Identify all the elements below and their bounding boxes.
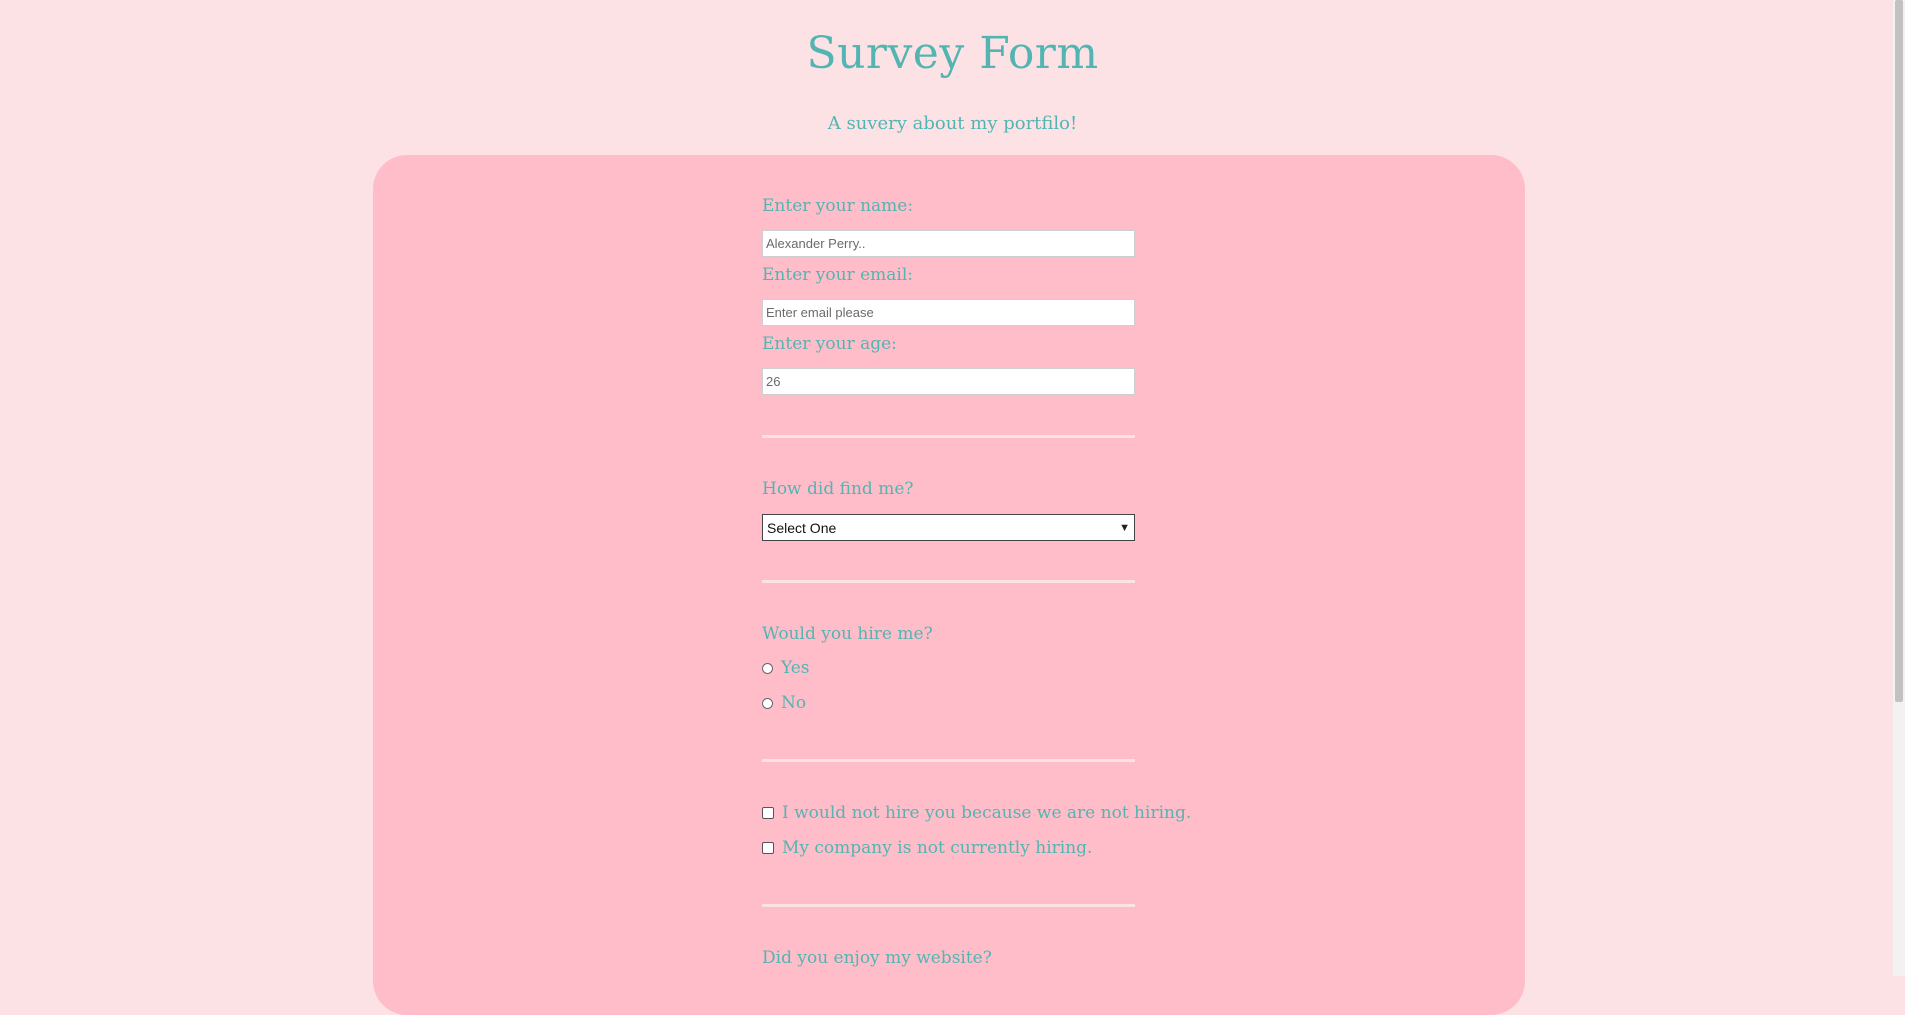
page-title: Survey Form	[806, 28, 1099, 79]
checkbox-company-not-hiring-box[interactable]	[762, 842, 774, 854]
checkbox-not-hiring-label: I would not hire you because we are not …	[782, 803, 1192, 823]
name-input[interactable]	[762, 230, 1135, 257]
chevron-down-icon: ▼	[1119, 521, 1130, 534]
checkbox-company-not-hiring-label: My company is not currently hiring.	[782, 838, 1093, 858]
survey-card: Enter your name: Enter your email: Enter…	[373, 155, 1525, 1015]
section-divider	[762, 435, 1135, 438]
hire-option-no-label: No	[781, 693, 807, 713]
section-divider	[762, 759, 1135, 762]
find-select-value: Select One	[767, 519, 837, 536]
radio-no[interactable]	[762, 697, 773, 709]
enjoy-label: Did you enjoy my website?	[762, 948, 992, 968]
find-label: How did find me?	[762, 479, 914, 499]
hire-option-no[interactable]: No	[762, 693, 806, 713]
hire-option-yes[interactable]: Yes	[762, 658, 810, 678]
age-input[interactable]	[762, 368, 1135, 395]
age-label: Enter your age:	[762, 334, 897, 354]
email-label: Enter your email:	[762, 265, 914, 285]
page-subtitle: A suvery about my portfilo!	[827, 113, 1078, 134]
section-divider	[762, 904, 1135, 907]
checkbox-not-hiring-box[interactable]	[762, 807, 774, 819]
hire-option-yes-label: Yes	[781, 658, 810, 678]
email-input[interactable]	[762, 299, 1135, 326]
checkbox-not-hiring[interactable]: I would not hire you because we are not …	[762, 803, 1191, 823]
find-select[interactable]: Select One ▼	[762, 514, 1135, 541]
name-label: Enter your name:	[762, 196, 914, 216]
radio-yes[interactable]	[762, 662, 773, 674]
checkbox-company-not-hiring[interactable]: My company is not currently hiring.	[762, 838, 1092, 858]
scrollbar-thumb[interactable]	[1895, 0, 1903, 702]
hire-label: Would you hire me?	[762, 624, 933, 644]
section-divider	[762, 580, 1135, 583]
page-scrollbar[interactable]	[1893, 0, 1905, 976]
